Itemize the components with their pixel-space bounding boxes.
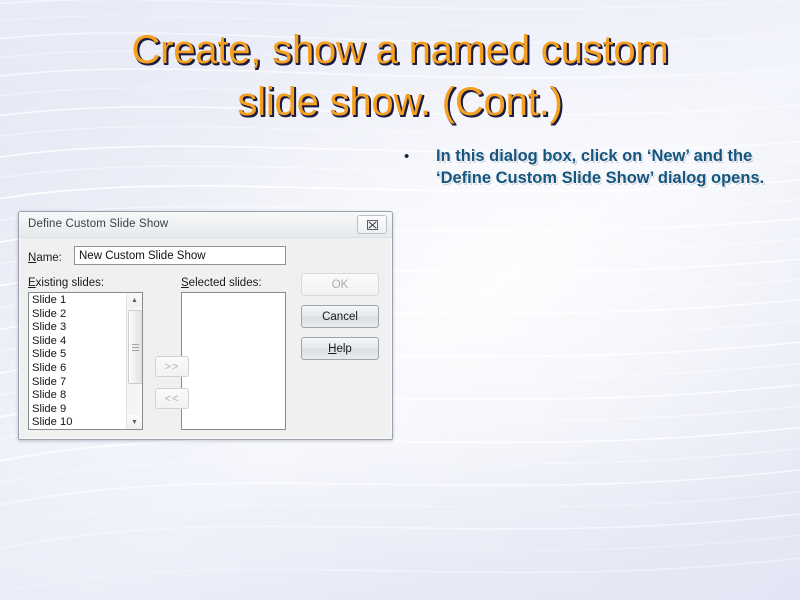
- list-item[interactable]: Slide 3: [31, 321, 129, 335]
- scrollbar-thumb[interactable]: [128, 310, 142, 384]
- presentation-slide: Create, show a named custom slide show. …: [0, 0, 800, 600]
- existing-slides-label: Existing slides:: [28, 277, 105, 289]
- slide-title-line-2: slide show. (Cont.): [237, 80, 563, 124]
- ok-button[interactable]: OK: [301, 273, 379, 296]
- dialog-titlebar[interactable]: Define Custom Slide Show: [19, 212, 392, 238]
- add-slide-button[interactable]: >>: [155, 356, 189, 377]
- scroll-down-arrow-icon[interactable]: ▼: [127, 415, 142, 429]
- help-button[interactable]: Help: [301, 337, 379, 360]
- selected-slides-label: Selected slides:: [181, 277, 262, 289]
- remove-slide-button[interactable]: <<: [155, 388, 189, 409]
- slide-title: Create, show a named custom slide show. …: [40, 24, 760, 128]
- bullet-item: • In this dialog box, click on ‘New’ and…: [402, 146, 774, 189]
- existing-slides-listbox[interactable]: Slide 1 Slide 2 Slide 3 Slide 4 Slide 5 …: [28, 292, 143, 430]
- scrollbar-grip-icon: [132, 342, 139, 353]
- cancel-button[interactable]: Cancel: [301, 305, 379, 328]
- list-item[interactable]: Slide 8: [31, 389, 129, 403]
- name-label: Name:: [28, 252, 62, 264]
- bullet-text: In this dialog box, click on ‘New’ and t…: [436, 147, 765, 187]
- list-item[interactable]: Slide 10: [31, 416, 129, 429]
- list-item[interactable]: Slide 1: [31, 294, 129, 308]
- dialog-title: Define Custom Slide Show: [28, 218, 169, 230]
- selected-slides-listbox[interactable]: [181, 292, 286, 430]
- name-input[interactable]: [74, 246, 286, 265]
- list-item[interactable]: Slide 9: [31, 403, 129, 417]
- dialog-body: Name: Existing slides: Selected slides: …: [19, 238, 392, 441]
- slide-body: • In this dialog box, click on ‘New’ and…: [402, 146, 774, 189]
- scroll-up-arrow-icon[interactable]: ▲: [127, 293, 142, 307]
- define-custom-slide-show-dialog: Define Custom Slide Show Name: Existing …: [18, 211, 393, 440]
- slide-title-line-1: Create, show a named custom: [131, 28, 669, 72]
- close-glyph: [366, 219, 378, 230]
- existing-slides-scrollbar[interactable]: ▲ ▼: [126, 293, 142, 429]
- list-item[interactable]: Slide 4: [31, 335, 129, 349]
- close-icon[interactable]: [357, 215, 387, 234]
- list-item[interactable]: Slide 6: [31, 362, 129, 376]
- list-item[interactable]: Slide 7: [31, 376, 129, 390]
- list-item[interactable]: Slide 5: [31, 348, 129, 362]
- existing-slides-items: Slide 1 Slide 2 Slide 3 Slide 4 Slide 5 …: [29, 293, 129, 429]
- bullet-marker-icon: •: [404, 148, 410, 165]
- list-item[interactable]: Slide 2: [31, 308, 129, 322]
